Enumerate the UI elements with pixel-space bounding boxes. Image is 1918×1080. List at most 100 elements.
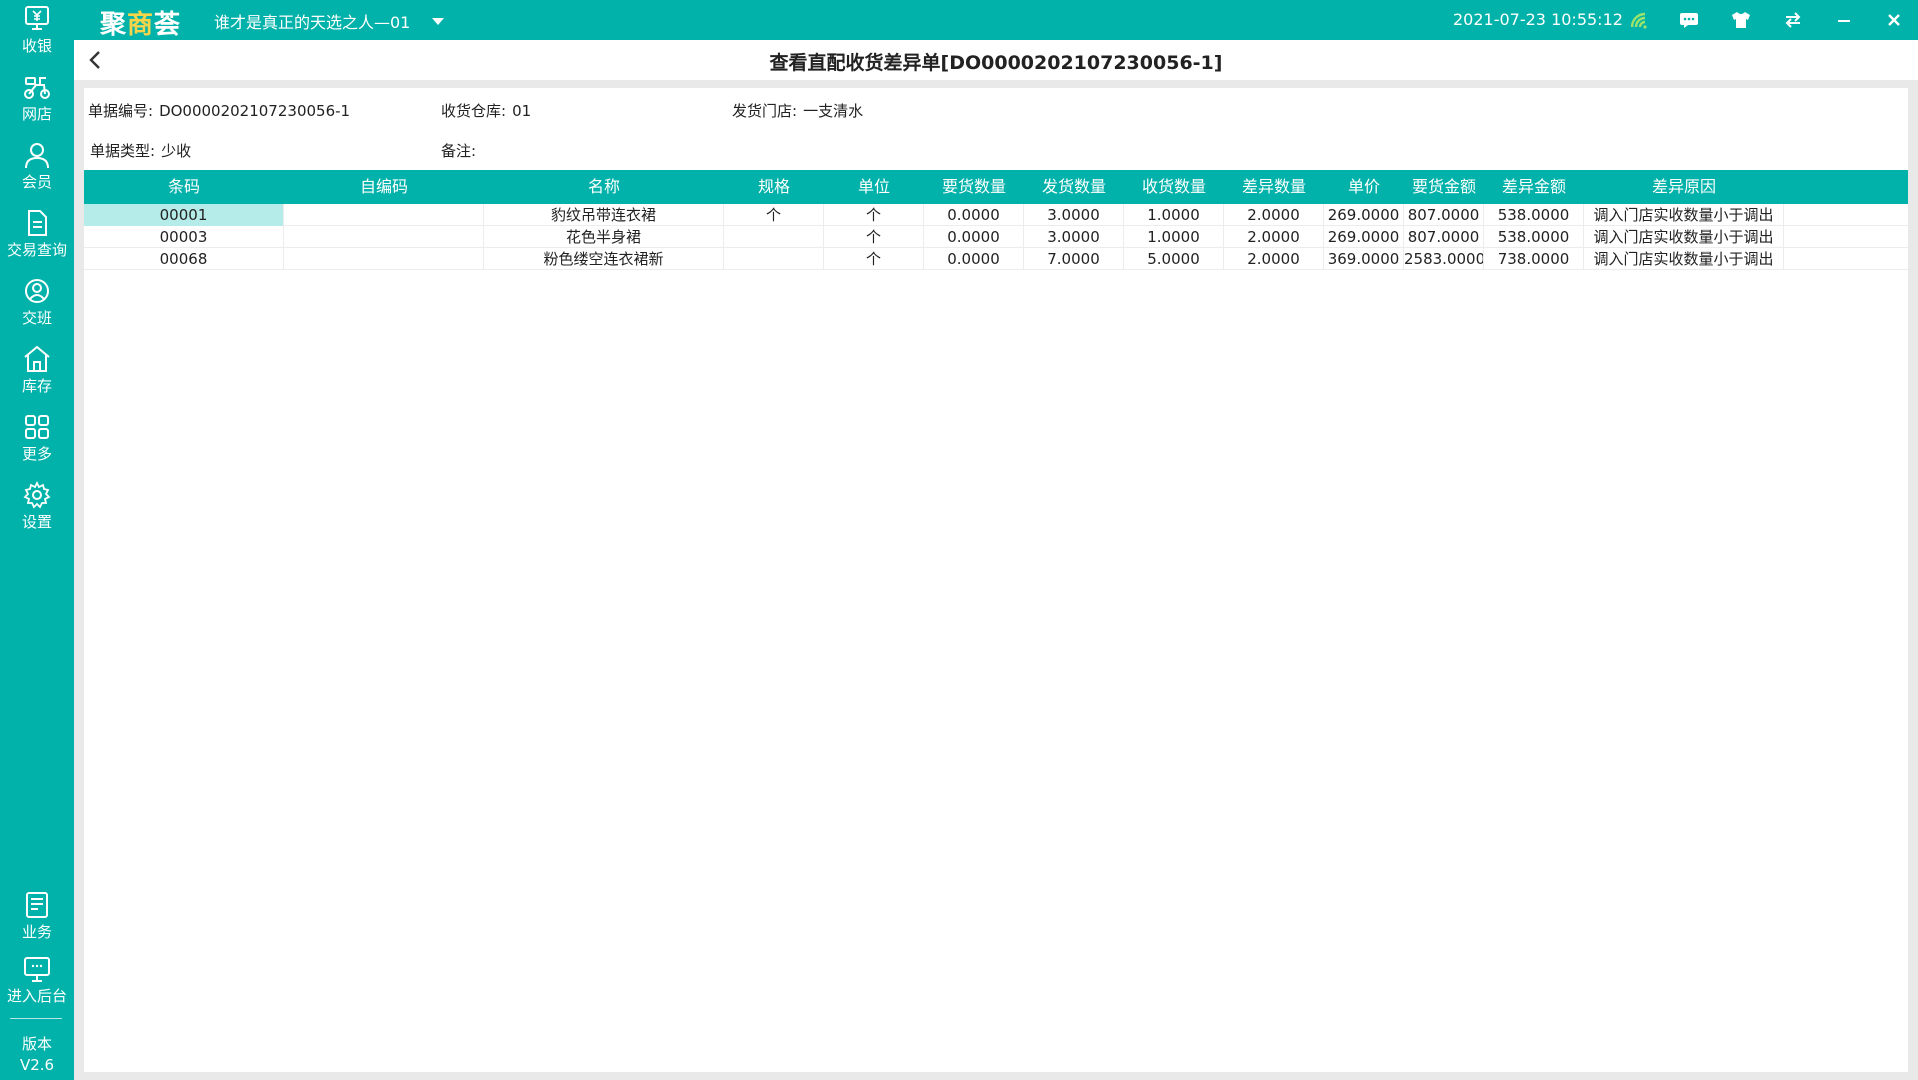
cell-unit[interactable]: 个	[824, 204, 924, 226]
gear-icon	[23, 480, 51, 509]
shirt-icon[interactable]	[1726, 6, 1756, 34]
page-header: 查看直配收货差异单[DO0000202107230056-1]	[74, 40, 1918, 80]
cell-requested-amount[interactable]: 2583.0000	[1404, 248, 1484, 270]
cell-received-qty[interactable]: 1.0000	[1124, 226, 1224, 248]
cell-requested-qty[interactable]: 0.0000	[924, 204, 1024, 226]
cell-spec[interactable]	[724, 226, 824, 248]
cell-diff-qty[interactable]: 2.0000	[1224, 204, 1324, 226]
receiving-warehouse: 收货仓库: 01	[441, 102, 532, 120]
handover-icon	[25, 279, 49, 303]
page-title: 查看直配收货差异单[DO0000202107230056-1]	[769, 52, 1223, 74]
cell-barcode[interactable]: 00068	[84, 248, 284, 270]
cell-unit-price[interactable]: 269.0000	[1324, 204, 1404, 226]
store-selector[interactable]: 谁才是真正的天选之人—01	[214, 9, 445, 33]
sidebar-item-settings[interactable]: 设置	[0, 480, 74, 544]
switch-icon[interactable]	[1778, 6, 1808, 34]
sidebar-item-cashier[interactable]: 收银	[0, 4, 74, 68]
cell-received-qty[interactable]: 5.0000	[1124, 248, 1224, 270]
cashier-icon	[25, 6, 49, 30]
message-icon[interactable]	[1674, 6, 1704, 34]
sidebar-item-more[interactable]: 更多	[0, 412, 74, 476]
sidebar: 收银 网店 会员 交易查询 交班 库存 更多 设置 业务 进入后台 版本 V2.…	[0, 0, 74, 1080]
cell-received-qty[interactable]: 1.0000	[1124, 204, 1224, 226]
col-header-requested-qty[interactable]: 要货数量	[924, 170, 1024, 204]
business-icon	[26, 892, 48, 918]
cell-diff-amount[interactable]: 538.0000	[1484, 226, 1584, 248]
cell-custom-code[interactable]	[284, 248, 484, 270]
cell-diff-reason[interactable]: 调入门店实收数量小于调出	[1584, 204, 1784, 226]
cell-diff-reason[interactable]: 调入门店实收数量小于调出	[1584, 226, 1784, 248]
col-header-shipped-qty[interactable]: 发货数量	[1024, 170, 1124, 204]
remark: 备注:	[441, 142, 477, 160]
cell-diff-reason[interactable]: 调入门店实收数量小于调出	[1584, 248, 1784, 270]
grid-icon	[25, 415, 49, 439]
sidebar-item-business[interactable]: 业务	[0, 890, 74, 954]
col-header-unit-price[interactable]: 单价	[1324, 170, 1404, 204]
cell-requested-qty[interactable]: 0.0000	[924, 226, 1024, 248]
document-icon	[28, 210, 47, 236]
sidebar-item-transaction-query[interactable]: 交易查询	[0, 208, 74, 272]
minimize-icon[interactable]	[1829, 6, 1859, 34]
close-icon[interactable]	[1879, 6, 1909, 34]
cell-spec[interactable]: 个	[724, 204, 824, 226]
cell-diff-amount[interactable]: 738.0000	[1484, 248, 1584, 270]
cell-name[interactable]: 花色半身裙	[484, 226, 724, 248]
sidebar-divider	[10, 1018, 62, 1019]
cell-requested-amount[interactable]: 807.0000	[1404, 226, 1484, 248]
cell-barcode[interactable]: 00001	[84, 204, 284, 226]
col-header-barcode[interactable]: 条码	[84, 170, 284, 204]
cell-diff-qty[interactable]: 2.0000	[1224, 226, 1324, 248]
cell-shipped-qty[interactable]: 3.0000	[1024, 204, 1124, 226]
col-header-diff-qty[interactable]: 差异数量	[1224, 170, 1324, 204]
col-header-diff-amount[interactable]: 差异金额	[1484, 170, 1584, 204]
col-header-custom-code[interactable]: 自编码	[284, 170, 484, 204]
table-row[interactable]: 00003 花色半身裙 个 0.0000 3.0000 1.0000 2.000…	[84, 226, 1908, 248]
chevron-down-icon	[432, 17, 445, 25]
cell-custom-code[interactable]	[284, 226, 484, 248]
cell-requested-amount[interactable]: 807.0000	[1404, 204, 1484, 226]
table-row[interactable]: 00068 粉色缕空连衣裙新 个 0.0000 7.0000 5.0000 2.…	[84, 248, 1908, 270]
cell-unit-price[interactable]: 269.0000	[1324, 226, 1404, 248]
col-header-name[interactable]: 名称	[484, 170, 724, 204]
table-header: 条码 自编码 名称 规格 单位 要货数量 发货数量 收货数量 差异数量 单价 要…	[84, 170, 1908, 204]
version-number: V2.6	[19, 1056, 55, 1074]
sidebar-item-online-store[interactable]: 网店	[0, 72, 74, 136]
cell-shipped-qty[interactable]: 3.0000	[1024, 226, 1124, 248]
col-header-unit[interactable]: 单位	[824, 170, 924, 204]
warehouse-icon	[24, 345, 50, 372]
cell-unit[interactable]: 个	[824, 226, 924, 248]
cell-name[interactable]: 粉色缕空连衣裙新	[484, 248, 724, 270]
sidebar-item-inventory[interactable]: 库存	[0, 344, 74, 408]
member-icon	[25, 143, 49, 169]
col-header-spec[interactable]: 规格	[724, 170, 824, 204]
col-header-received-qty[interactable]: 收货数量	[1124, 170, 1224, 204]
cell-diff-qty[interactable]: 2.0000	[1224, 248, 1324, 270]
document-content: 单据编号: DO0000202107230056-1 收货仓库: 01 发货门店: 一…	[84, 88, 1908, 1072]
cell-name[interactable]: 豹纹吊带连衣裙	[484, 204, 724, 226]
doc-type: 单据类型: 少收	[90, 142, 192, 160]
monitor-icon	[24, 957, 50, 982]
cell-spec[interactable]	[724, 248, 824, 270]
cell-barcode[interactable]: 00003	[84, 226, 284, 248]
cell-requested-qty[interactable]: 0.0000	[924, 248, 1024, 270]
col-header-requested-amount[interactable]: 要货金额	[1404, 170, 1484, 204]
cell-unit-price[interactable]: 369.0000	[1324, 248, 1404, 270]
cell-diff-amount[interactable]: 538.0000	[1484, 204, 1584, 226]
top-bar: 聚商荟 谁才是真正的天选之人—01 2021-07-23 10:55:12	[0, 0, 1918, 40]
store-name: 谁才是真正的天选之人—01	[214, 13, 411, 32]
sidebar-item-enter-backend[interactable]: 进入后台	[0, 954, 74, 1018]
version-info: 版本 V2.6	[0, 1034, 74, 1076]
wifi-signal-icon[interactable]	[1624, 6, 1654, 34]
table-row[interactable]: 00001 豹纹吊带连衣裙 个 个 0.0000 3.0000 1.0000 2…	[84, 204, 1908, 226]
sidebar-item-handover[interactable]: 交班	[0, 276, 74, 340]
cell-shipped-qty[interactable]: 7.0000	[1024, 248, 1124, 270]
main-panel: 查看直配收货差异单[DO0000202107230056-1] 单据编号: DO0…	[74, 40, 1918, 1080]
shipping-store: 发货门店: 一支清水	[732, 102, 864, 120]
app-logo: 聚商荟	[100, 10, 182, 40]
col-header-diff-reason[interactable]: 差异原因	[1584, 170, 1784, 204]
sidebar-item-member[interactable]: 会员	[0, 140, 74, 204]
cell-unit[interactable]: 个	[824, 248, 924, 270]
version-label: 版本	[21, 1035, 52, 1053]
scooter-icon	[24, 77, 50, 99]
cell-custom-code[interactable]	[284, 204, 484, 226]
